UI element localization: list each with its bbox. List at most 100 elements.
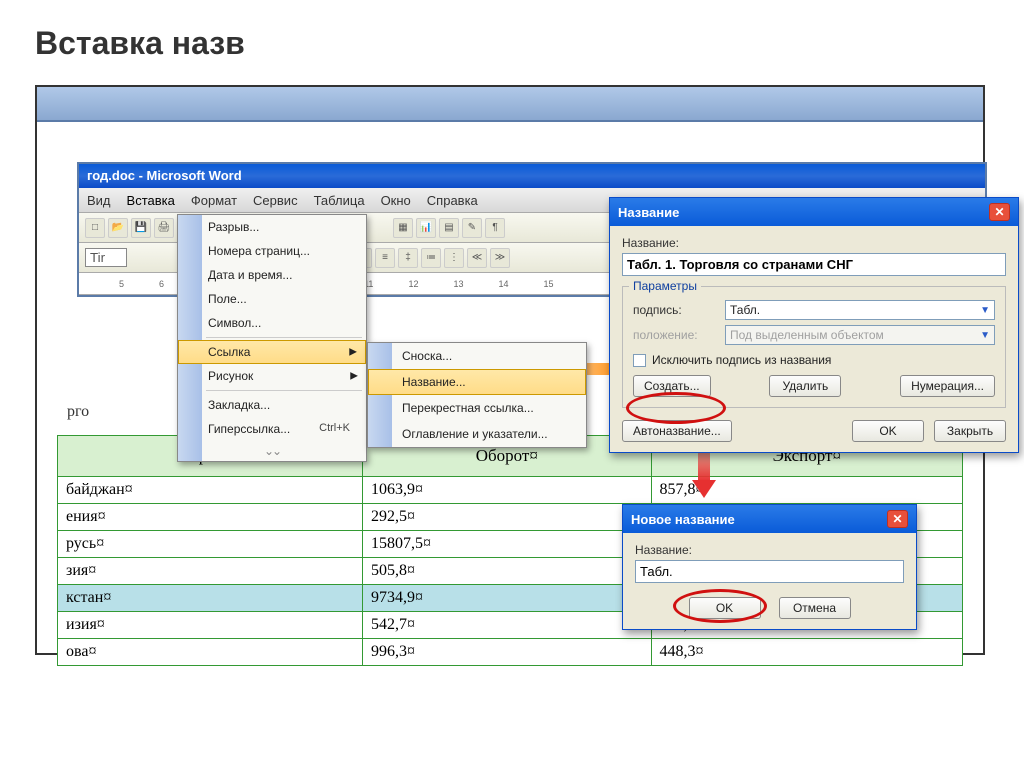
- button-close[interactable]: Закрыть: [934, 420, 1006, 442]
- tb-chart-icon[interactable]: 📊: [416, 218, 436, 238]
- close-icon[interactable]: ✕: [989, 203, 1010, 221]
- page-title: Вставка назв: [0, 0, 1024, 62]
- tb-dedent-icon[interactable]: ≪: [467, 248, 487, 268]
- table-cell: 292,5¤: [363, 504, 652, 531]
- button-auto[interactable]: Автоназвание...: [622, 420, 732, 442]
- dialog-title-text: Название: [618, 205, 679, 220]
- tb-indent-icon[interactable]: ≫: [490, 248, 510, 268]
- menu-item-label: Ссылка: [208, 345, 250, 359]
- menu-item-picture[interactable]: Рисунок ▶: [178, 364, 366, 388]
- menu-window[interactable]: Окно: [381, 193, 411, 208]
- table-cell: изия¤: [58, 612, 363, 639]
- menu-item-label: Рисунок: [208, 369, 253, 383]
- menu-item-label: Гиперссылка...: [208, 422, 290, 436]
- tb-linespacing-icon[interactable]: ‡: [398, 248, 418, 268]
- menu-item-reference[interactable]: Ссылка ▶: [178, 340, 366, 364]
- tb-list-num-icon[interactable]: ≔: [421, 248, 441, 268]
- submenu-item-footnote[interactable]: Сноска...: [368, 343, 586, 369]
- ruler-tick: 5: [119, 279, 124, 289]
- table-row: ова¤996,3¤448,3¤: [58, 639, 963, 666]
- submenu-reference: Сноска... Название... Перекрестная ссылк…: [367, 342, 587, 448]
- tb-align-justify-icon[interactable]: ≡: [375, 248, 395, 268]
- button-new[interactable]: Создать...: [633, 375, 711, 397]
- menu-expand-icon[interactable]: ⌄⌄: [178, 441, 366, 461]
- checkbox-exclude[interactable]: [633, 354, 646, 367]
- menu-item-symbol[interactable]: Символ...: [178, 311, 366, 335]
- button-cancel[interactable]: Отмена: [779, 597, 851, 619]
- table-cell: 505,8¤: [363, 558, 652, 585]
- table-cell: ения¤: [58, 504, 363, 531]
- select-value: Под выделенным объектом: [730, 328, 884, 342]
- menu-insert[interactable]: Вставка: [127, 193, 175, 208]
- label-type: подпись:: [633, 303, 717, 317]
- tb-list-bullet-icon[interactable]: ⋮: [444, 248, 464, 268]
- menu-table[interactable]: Таблица: [314, 193, 365, 208]
- menu-format[interactable]: Формат: [191, 193, 237, 208]
- chevron-down-icon: ▼: [980, 330, 990, 341]
- ruler-tick: 15: [543, 279, 553, 289]
- submenu-item-crossref[interactable]: Перекрестная ссылка...: [368, 395, 586, 421]
- text-fragment: рго: [67, 403, 89, 420]
- menu-item-date-time[interactable]: Дата и время...: [178, 263, 366, 287]
- table-cell: 542,7¤: [363, 612, 652, 639]
- menu-item-page-numbers[interactable]: Номера страниц...: [178, 239, 366, 263]
- tb-new-icon[interactable]: □: [85, 218, 105, 238]
- table-cell: 996,3¤: [363, 639, 652, 666]
- button-ok[interactable]: OK: [852, 420, 924, 442]
- ruler-tick: 14: [498, 279, 508, 289]
- tb-columns-icon[interactable]: ▤: [439, 218, 459, 238]
- button-ok[interactable]: OK: [689, 597, 761, 619]
- word-titlebar: год.doc - Microsoft Word: [79, 164, 985, 188]
- checkbox-label: Исключить подпись из названия: [652, 353, 831, 367]
- menu-item-hyperlink[interactable]: Гиперссылка... Ctrl+K: [178, 417, 366, 441]
- menu-service[interactable]: Сервис: [253, 193, 298, 208]
- menu-item-field[interactable]: Поле...: [178, 287, 366, 311]
- table-cell: 448,3¤: [651, 639, 962, 666]
- menu-item-break[interactable]: Разрыв...: [178, 215, 366, 239]
- params-fieldset: Параметры подпись: Табл. ▼ положение: По…: [622, 286, 1006, 408]
- table-cell: 9734,9¤: [363, 585, 652, 612]
- submenu-arrow-icon: ▶: [349, 347, 357, 358]
- button-numbering[interactable]: Нумерация...: [900, 375, 995, 397]
- select-value: Табл.: [730, 303, 760, 317]
- tb-print-icon[interactable]: 🖨: [154, 218, 174, 238]
- fieldset-legend: Параметры: [629, 279, 701, 293]
- table-row: байджан¤1063,9¤857,8¤: [58, 477, 963, 504]
- font-name-select[interactable]: [85, 248, 127, 267]
- label-name: Название:: [622, 236, 1006, 250]
- dialog-new-caption: Новое название ✕ Название: OK Отмена: [622, 504, 917, 630]
- tb-save-icon[interactable]: 💾: [131, 218, 151, 238]
- tb-para-icon[interactable]: ¶: [485, 218, 505, 238]
- tb-table-icon[interactable]: ▦: [393, 218, 413, 238]
- new-caption-input[interactable]: [635, 560, 904, 583]
- label-name-new: Название:: [635, 543, 904, 557]
- table-cell: байджан¤: [58, 477, 363, 504]
- dialog-caption-titlebar: Название ✕: [610, 198, 1018, 226]
- chevron-down-icon: ▼: [980, 305, 990, 316]
- close-icon[interactable]: ✕: [887, 510, 908, 528]
- slide-frame: год.doc - Microsoft Word Вид Вставка Фор…: [35, 85, 985, 655]
- button-delete[interactable]: Удалить: [769, 375, 841, 397]
- submenu-item-caption[interactable]: Название...: [368, 369, 586, 395]
- submenu-item-index[interactable]: Оглавление и указатели...: [368, 421, 586, 447]
- select-type[interactable]: Табл. ▼: [725, 300, 995, 320]
- table-cell: русь¤: [58, 531, 363, 558]
- label-position: положение:: [633, 328, 717, 342]
- tb-open-icon[interactable]: 📂: [108, 218, 128, 238]
- menu-view[interactable]: Вид: [87, 193, 111, 208]
- browser-chrome: [37, 87, 983, 122]
- dialog-caption: Название ✕ Название: Параметры подпись: …: [609, 197, 1019, 453]
- select-position: Под выделенным объектом ▼: [725, 325, 995, 345]
- submenu-arrow-icon: ▶: [350, 371, 358, 382]
- tb-drawing-icon[interactable]: ✎: [462, 218, 482, 238]
- menu-help[interactable]: Справка: [427, 193, 478, 208]
- table-cell: 1063,9¤: [363, 477, 652, 504]
- ruler-tick: 12: [408, 279, 418, 289]
- dialog-new-titlebar: Новое название ✕: [623, 505, 916, 533]
- menu-item-bookmark[interactable]: Закладка...: [178, 393, 366, 417]
- table-cell: кстан¤: [58, 585, 363, 612]
- caption-input[interactable]: [622, 253, 1006, 276]
- table-cell: 15807,5¤: [363, 531, 652, 558]
- ruler-tick: 6: [159, 279, 164, 289]
- ruler-tick: 13: [453, 279, 463, 289]
